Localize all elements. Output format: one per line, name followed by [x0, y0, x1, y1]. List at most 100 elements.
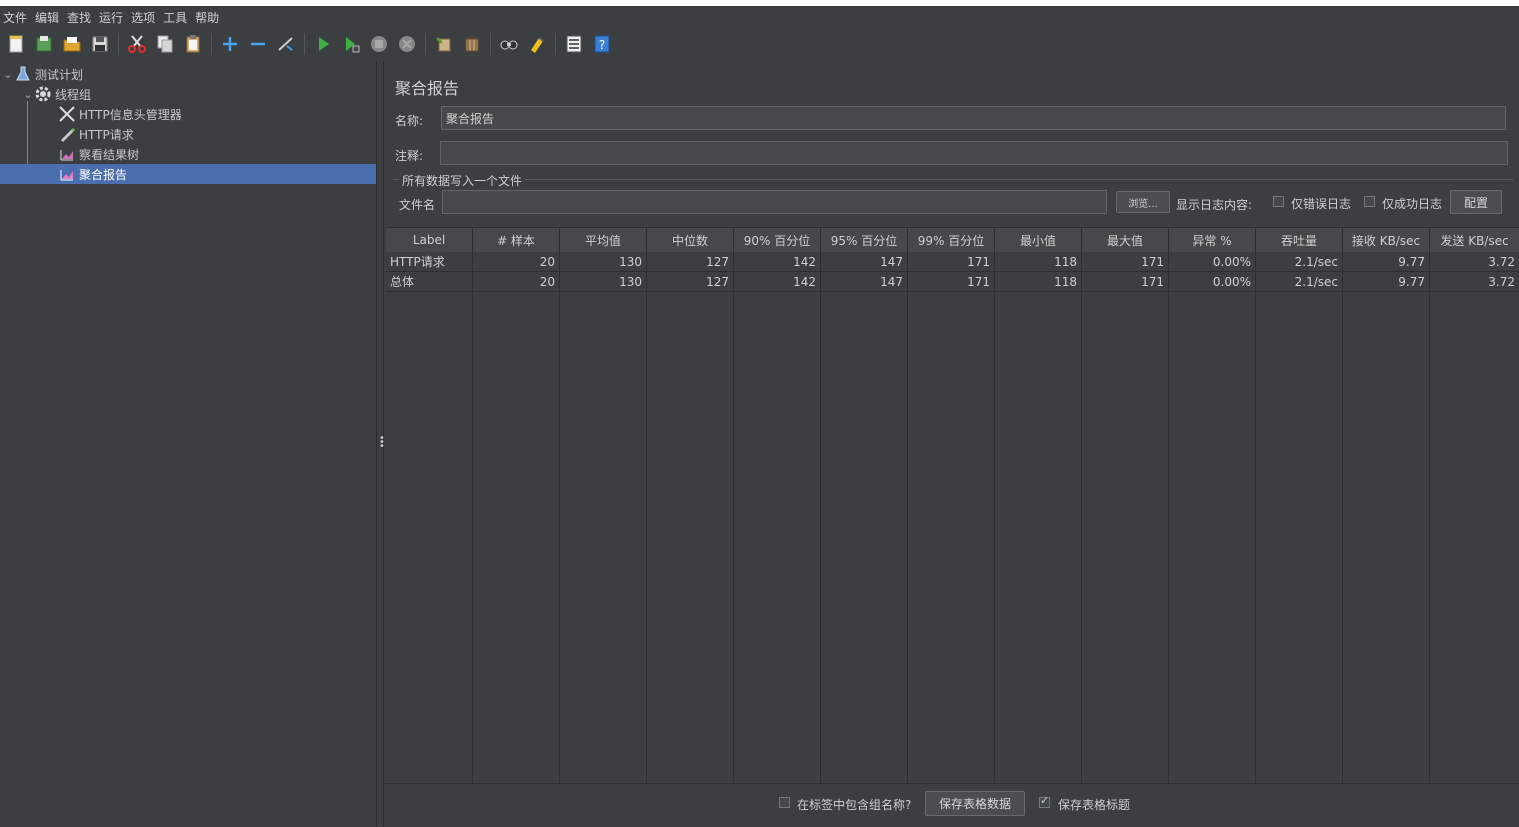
stop-icon[interactable]	[369, 34, 389, 54]
tree-item-thread-group[interactable]: ⌄ 线程组	[0, 84, 376, 104]
table-cell: 171	[1082, 272, 1169, 292]
column-divider	[907, 252, 908, 784]
gear-icon	[34, 85, 52, 103]
success-only-checkbox[interactable]	[1364, 196, 1375, 207]
table-cell: 147	[821, 252, 908, 272]
column-divider	[994, 252, 995, 784]
column-header-average[interactable]: 平均值	[560, 228, 647, 252]
table-cell: 118	[995, 272, 1082, 292]
table-cell: 130	[560, 252, 647, 272]
toolbar-separator	[555, 33, 556, 55]
column-header-p95[interactable]: 95% 百分位	[821, 228, 908, 252]
copy-icon[interactable]	[155, 34, 175, 54]
toolbar-separator	[490, 33, 491, 55]
tree-item-http-header-manager[interactable]: HTTP信息头管理器	[0, 104, 376, 124]
reset-search-icon[interactable]	[527, 34, 547, 54]
tree-item-label: HTTP信息头管理器	[79, 107, 182, 122]
filename-label: 文件名	[399, 198, 436, 212]
tree-item-test-plan[interactable]: ⌄ 测试计划	[0, 64, 376, 84]
column-header-max[interactable]: 最大值	[1082, 228, 1169, 252]
collapse-icon[interactable]	[248, 34, 268, 54]
browse-button[interactable]: 浏览...	[1116, 191, 1170, 213]
menu-run[interactable]: 运行	[99, 9, 123, 26]
tree-item-label: 线程组	[55, 87, 92, 102]
table-cell: 总体	[386, 272, 473, 292]
comment-field[interactable]	[440, 141, 1508, 165]
tree-item-label: 测试计划	[35, 67, 84, 82]
shutdown-icon[interactable]	[397, 34, 417, 54]
templates-icon[interactable]	[34, 34, 54, 54]
table-cell: 118	[995, 252, 1082, 272]
toolbar-separator	[304, 33, 305, 55]
start-icon[interactable]	[313, 34, 333, 54]
menu-search[interactable]: 查找	[67, 9, 91, 26]
table-cell: 3.72	[1430, 272, 1519, 292]
table-cell: 142	[734, 272, 821, 292]
toolbar-separator	[425, 33, 426, 55]
drag-handle-icon[interactable]: • • •	[379, 434, 385, 452]
configure-button[interactable]: 配置	[1450, 190, 1502, 214]
column-divider	[472, 252, 473, 784]
table-cell: HTTP请求	[386, 252, 473, 272]
open-icon[interactable]	[62, 34, 82, 54]
save-header-label: 保存表格标题	[1058, 798, 1131, 812]
split-pane-divider[interactable]: • • •	[376, 61, 385, 826]
errors-only-checkbox[interactable]	[1273, 196, 1284, 207]
paste-icon[interactable]	[183, 34, 203, 54]
expand-icon[interactable]	[220, 34, 240, 54]
toolbar: ?	[0, 28, 1519, 60]
new-icon[interactable]	[6, 34, 26, 54]
column-divider	[820, 252, 821, 784]
column-header-min[interactable]: 最小值	[995, 228, 1082, 252]
table-cell: 171	[1082, 252, 1169, 272]
menu-help[interactable]: 帮助	[195, 9, 219, 26]
cut-icon[interactable]	[127, 34, 147, 54]
column-header-sent[interactable]: 发送 KB/sec	[1430, 228, 1519, 252]
function-helper-icon[interactable]	[564, 34, 584, 54]
include-group-checkbox[interactable]	[779, 797, 790, 808]
clear-icon[interactable]	[434, 34, 454, 54]
column-divider	[1255, 252, 1256, 784]
filename-field[interactable]	[442, 190, 1107, 214]
save-table-button[interactable]: 保存表格数据	[925, 791, 1025, 816]
column-header-samples[interactable]: # 样本	[473, 228, 560, 252]
aggregate-report-panel: 聚合报告 名称: 聚合报告 注释: 所有数据写入一个文件 文件名 浏览... 显…	[385, 61, 1519, 826]
menu-edit[interactable]: 编辑	[35, 9, 59, 26]
clear-all-icon[interactable]	[462, 34, 482, 54]
tree-item-view-results-tree[interactable]: 察看结果树	[0, 144, 376, 164]
table-cell: 127	[647, 252, 734, 272]
column-header-throughput[interactable]: 吞吐量	[1256, 228, 1343, 252]
column-header-received[interactable]: 接收 KB/sec	[1343, 228, 1430, 252]
tree-item-label: 聚合报告	[79, 167, 128, 182]
svg-text:?: ?	[599, 38, 605, 52]
table-cell: 147	[821, 272, 908, 292]
column-header-median[interactable]: 中位数	[647, 228, 734, 252]
column-divider	[1168, 252, 1169, 784]
menu-options[interactable]: 选项	[131, 9, 155, 26]
column-header-error[interactable]: 异常 %	[1169, 228, 1256, 252]
success-only-label: 仅成功日志	[1382, 197, 1443, 211]
comment-label: 注释:	[395, 149, 424, 163]
help-icon[interactable]: ?	[592, 34, 612, 54]
column-divider	[1081, 252, 1082, 784]
column-header-p99[interactable]: 99% 百分位	[908, 228, 995, 252]
column-divider	[1342, 252, 1343, 784]
table-cell: 20	[473, 252, 560, 272]
search-icon[interactable]	[499, 34, 519, 54]
chevron-down-icon[interactable]: ⌄	[22, 88, 34, 101]
table-cell: 9.77	[1343, 252, 1430, 272]
save-header-checkbox[interactable]	[1039, 794, 1050, 808]
tree-item-http-request[interactable]: HTTP请求	[0, 124, 376, 144]
save-icon[interactable]	[90, 34, 110, 54]
menu-tools[interactable]: 工具	[163, 9, 187, 26]
name-field[interactable]: 聚合报告	[441, 106, 1506, 130]
results-table: Label # 样本 平均值 中位数 90% 百分位 95% 百分位 99% 百…	[386, 227, 1519, 784]
tree-item-aggregate-report[interactable]: 聚合报告	[0, 164, 376, 184]
chevron-down-icon[interactable]: ⌄	[2, 68, 14, 81]
start-no-pause-icon[interactable]	[341, 34, 361, 54]
column-header-p90[interactable]: 90% 百分位	[734, 228, 821, 252]
menu-file[interactable]: 文件	[3, 9, 27, 26]
column-header-label[interactable]: Label	[386, 228, 473, 252]
table-cell: 130	[560, 272, 647, 292]
toggle-icon[interactable]	[276, 34, 296, 54]
